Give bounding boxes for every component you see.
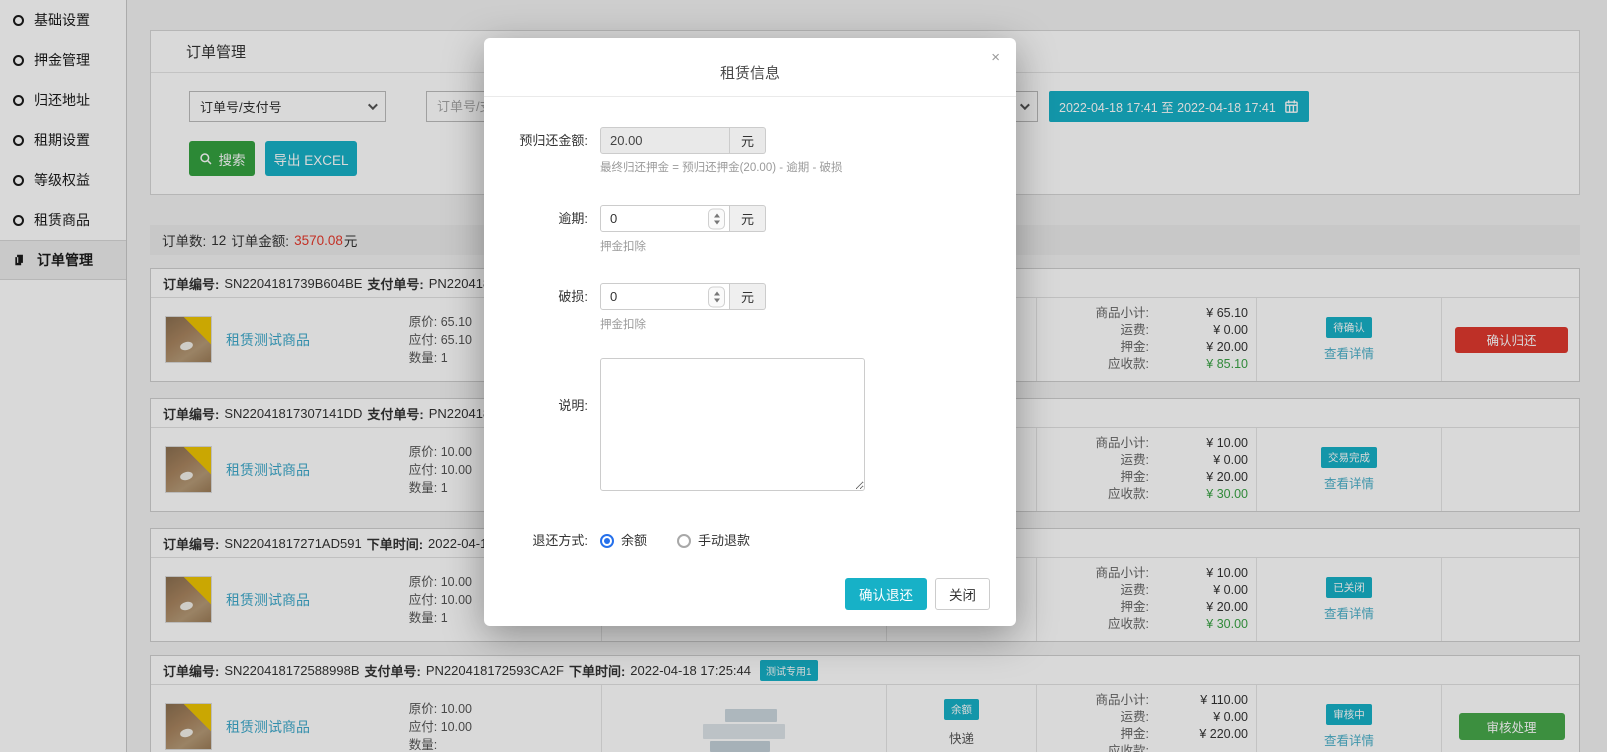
note-textarea[interactable] [600,358,865,491]
damage-row: 破损: 元 [484,283,1016,310]
radio-manual-refund[interactable]: 手动退款 [677,527,750,554]
modal-title: 租赁信息 [484,38,1016,97]
pre-return-row: 预归还金额: 元 [484,127,1016,154]
pre-return-input [600,127,730,154]
rental-info-modal: × 租赁信息 预归还金额: 元 最终归还押金 = 预归还押金(20.00) - … [484,38,1016,626]
number-stepper[interactable] [708,286,725,307]
refund-method-row: 退还方式: 余额 手动退款 [484,527,1016,554]
currency-unit: 元 [730,127,766,154]
stepper-down-icon[interactable] [714,220,720,224]
note-row: 说明: [484,358,1016,491]
currency-unit: 元 [730,205,766,232]
modal-footer: 确认退还 关闭 [845,578,990,610]
damage-label: 破损: [484,283,588,310]
radio-balance-label: 余额 [621,527,647,554]
stepper-down-icon[interactable] [714,298,720,302]
radio-balance[interactable]: 余额 [600,527,647,554]
number-stepper[interactable] [708,208,725,229]
radio-unselected-icon[interactable] [677,534,691,548]
stepper-up-icon[interactable] [714,291,720,295]
note-label: 说明: [484,358,588,491]
damage-helper: 押金扣除 [600,316,646,332]
confirm-refund-button[interactable]: 确认退还 [845,578,927,610]
stepper-up-icon[interactable] [714,213,720,217]
pre-return-helper: 最终归还押金 = 预归还押金(20.00) - 逾期 - 破损 [600,159,842,175]
overdue-helper: 押金扣除 [600,238,646,254]
refund-method-label: 退还方式: [484,527,588,554]
modal-close-button[interactable]: 关闭 [935,578,990,610]
currency-unit: 元 [730,283,766,310]
radio-manual-label: 手动退款 [698,527,750,554]
pre-return-label: 预归还金额: [484,127,588,154]
overdue-row: 逾期: 元 [484,205,1016,232]
overdue-label: 逾期: [484,205,588,232]
close-icon[interactable]: × [991,50,1000,65]
radio-selected-icon[interactable] [600,534,614,548]
